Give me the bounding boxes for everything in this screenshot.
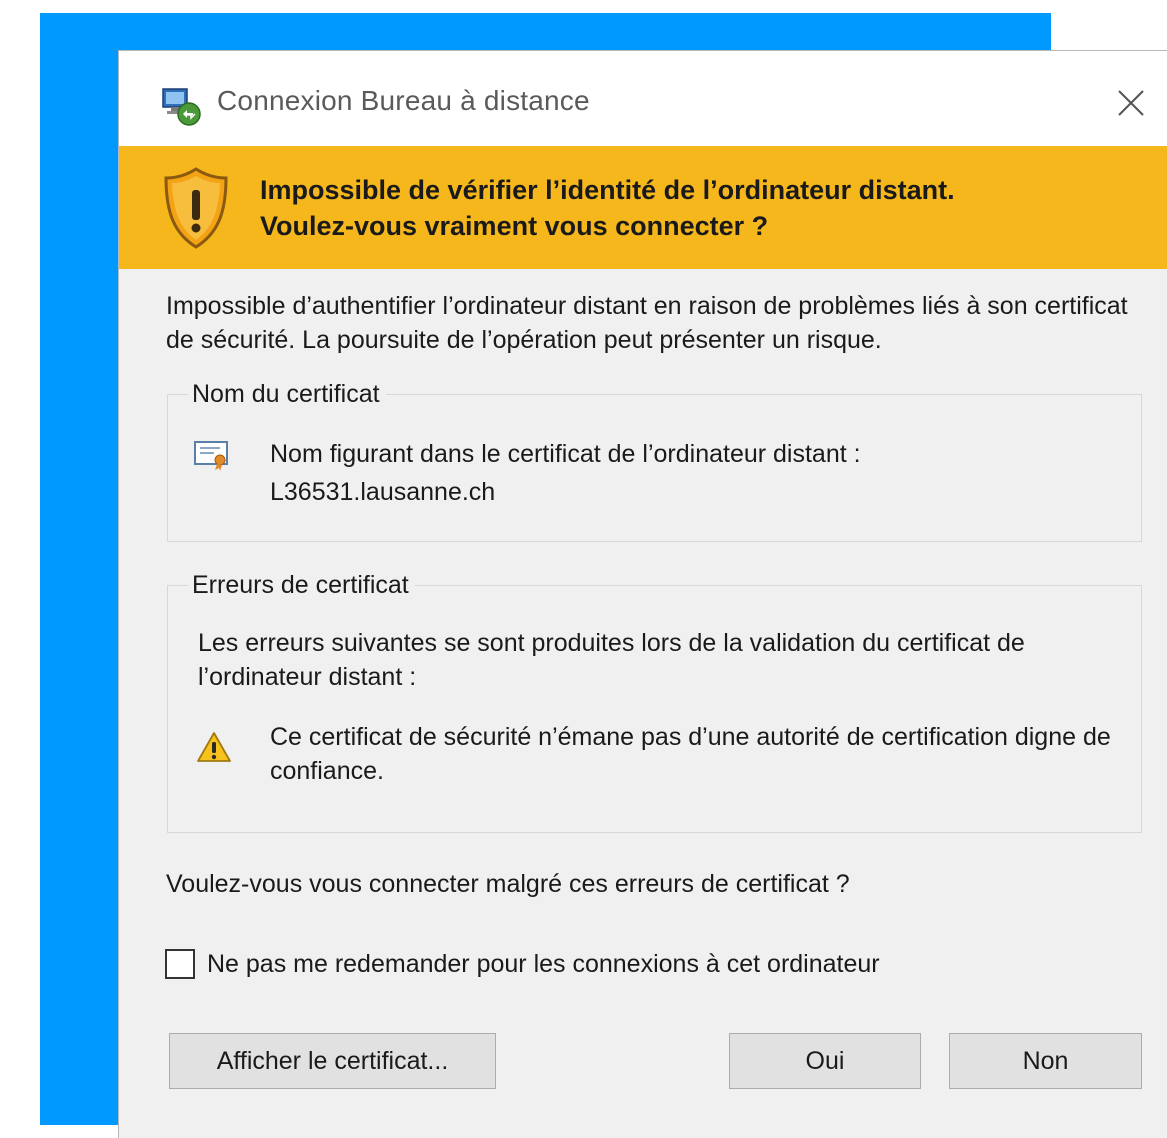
- no-button[interactable]: Non: [949, 1033, 1142, 1089]
- close-icon[interactable]: [1113, 85, 1149, 121]
- banner-line-2: Voulez-vous vraiment vous connecter ?: [260, 211, 769, 241]
- rdp-certificate-dialog: Connexion Bureau à distance Impossible d…: [118, 50, 1167, 1138]
- title-bar: Connexion Bureau à distance: [119, 51, 1167, 146]
- certificate-name-label: Nom figurant dans le certificat de l’ord…: [270, 440, 861, 468]
- intro-text: Impossible d’authentifier l’ordinateur d…: [166, 292, 1128, 354]
- certificate-errors-intro: Les erreurs suivantes se sont produites …: [198, 629, 1025, 691]
- shield-warning-icon: [164, 167, 228, 249]
- certificate-name-value: L36531.lausanne.ch: [270, 478, 496, 506]
- certificate-errors-group: Erreurs de certificat Les erreurs suivan…: [167, 570, 1142, 833]
- view-certificate-button[interactable]: Afficher le certificat...: [169, 1033, 496, 1089]
- certificate-errors-legend: Erreurs de certificat: [188, 570, 415, 600]
- warning-icon: [197, 732, 231, 762]
- certificate-name-legend: Nom du certificat: [188, 379, 386, 409]
- window-title: Connexion Bureau à distance: [217, 85, 590, 116]
- remote-desktop-icon: [162, 88, 201, 126]
- connect-question: Voulez-vous vous connecter malgré ces er…: [166, 870, 850, 898]
- banner-message: Impossible de vérifier l’identité de l’o…: [260, 172, 955, 244]
- dont-ask-again-checkbox[interactable]: [165, 949, 195, 979]
- dont-ask-again-label[interactable]: Ne pas me redemander pour les connexions…: [207, 945, 880, 983]
- certificate-info: Nom figurant dans le certificat de l’ord…: [270, 435, 861, 511]
- yes-button[interactable]: Oui: [729, 1033, 921, 1089]
- certificate-icon: [194, 441, 228, 471]
- banner-line-1: Impossible de vérifier l’identité de l’o…: [260, 175, 955, 205]
- certificate-name-group: Nom du certificat Nom figurant dans le c…: [167, 379, 1142, 542]
- warning-banner: Impossible de vérifier l’identité de l’o…: [119, 146, 1167, 269]
- certificate-error-item: Ce certificat de sécurité n’émane pas d’…: [270, 723, 1111, 785]
